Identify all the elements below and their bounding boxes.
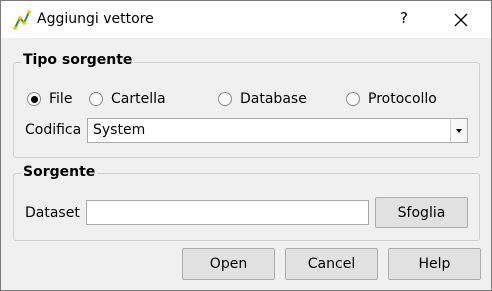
help-title-button[interactable]: ? [389,9,419,31]
source-type-title: Tipo sorgente [21,52,135,68]
radio-button[interactable] [346,92,360,106]
radio-protocol[interactable]: Protocollo [346,89,437,109]
radio-button-checked[interactable] [27,92,41,106]
radio-directory-label: Cartella [111,91,166,107]
radio-file[interactable]: File [27,89,72,109]
encoding-select[interactable]: System [87,118,468,143]
cancel-button[interactable]: Cancel [285,248,378,280]
qgis-vector-icon [13,10,31,30]
radio-directory[interactable]: Cartella [89,89,166,109]
help-button[interactable]: Help [388,248,481,280]
source-type-group [13,62,480,158]
dataset-label: Dataset [25,205,80,221]
encoding-label: Codifica [25,122,82,138]
close-icon[interactable] [443,6,479,34]
dataset-input[interactable] [86,200,369,225]
radio-database[interactable]: Database [218,89,307,109]
open-button[interactable]: Open [182,248,275,280]
source-title: Sorgente [21,164,98,180]
window-title: Aggiungi vettore [37,11,154,27]
browse-button[interactable]: Sfoglia [375,197,468,228]
radio-button[interactable] [89,92,103,106]
title-bar: Aggiungi vettore ? [1,1,491,38]
radio-database-label: Database [240,91,307,107]
radio-button[interactable] [218,92,232,106]
add-vector-dialog: Aggiungi vettore ? Tipo sorgente File Ca… [0,0,492,291]
radio-file-label: File [49,91,73,107]
radio-protocol-label: Protocollo [368,91,437,107]
chevron-down-icon[interactable] [450,119,467,142]
encoding-value: System [93,122,146,138]
